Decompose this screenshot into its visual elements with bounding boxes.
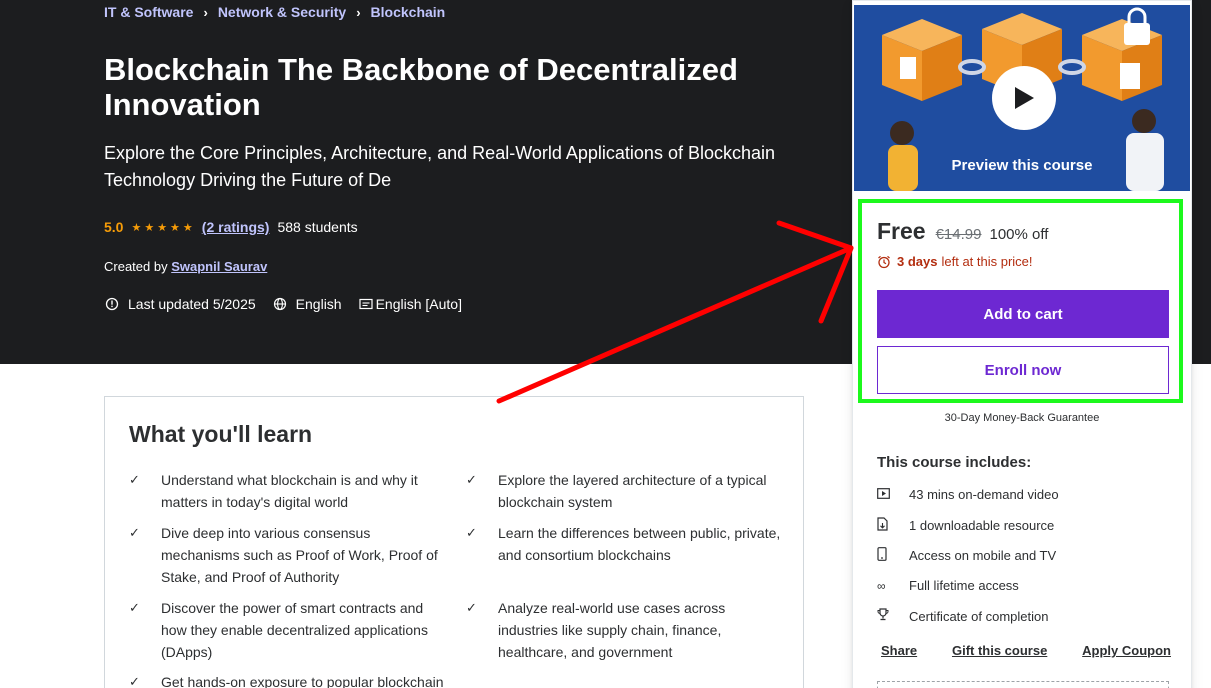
learn-item: ✓ Learn the differences between public, …: [466, 522, 786, 566]
chevron-right-icon: ›: [356, 4, 361, 20]
breadcrumb-network-security[interactable]: Network & Security: [218, 4, 346, 20]
check-icon: ✓: [129, 674, 140, 688]
includes-heading: This course includes:: [877, 454, 1032, 471]
course-meta: Last updated 5/2025 English English [Aut…: [104, 296, 478, 312]
last-updated: Last updated 5/2025: [128, 296, 256, 312]
trophy-icon: [877, 608, 909, 624]
chevron-right-icon: ›: [203, 4, 208, 20]
globe-icon: [272, 296, 288, 312]
check-icon: ✓: [129, 472, 140, 487]
what-you-will-learn: What you'll learn ✓ Understand what bloc…: [104, 396, 804, 688]
video-icon: [877, 487, 909, 502]
learn-heading: What you'll learn: [129, 421, 313, 447]
students-count: 588 students: [277, 219, 358, 235]
ratings-link[interactable]: (2 ratings): [202, 219, 270, 235]
breadcrumb: IT & Software › Network & Security › Blo…: [104, 4, 445, 20]
author-link[interactable]: Swapnil Saurav: [171, 259, 267, 274]
learn-item: ✓ Understand what blockchain is and why …: [129, 469, 429, 513]
course-preview[interactable]: Preview this course: [854, 5, 1190, 191]
money-back-guarantee: 30-Day Money-Back Guarantee: [944, 412, 1100, 424]
breadcrumb-blockchain[interactable]: Blockchain: [371, 4, 446, 20]
star-rating-icon: ★★★★★: [131, 221, 196, 234]
include-item-certificate: Certificate of completion: [877, 608, 1048, 624]
mobile-icon: [877, 547, 909, 564]
download-file-icon: [877, 517, 909, 534]
course-language: English: [295, 296, 342, 312]
include-item-mobile: Access on mobile and TV: [877, 547, 1056, 564]
preview-label: Preview this course: [951, 157, 1093, 174]
created-by-label: Created by: [104, 259, 168, 274]
alert-badge-icon: [104, 296, 120, 312]
rating-row: 5.0 ★★★★★ (2 ratings) 588 students: [104, 219, 358, 235]
course-title: Blockchain The Backbone of Decentralized…: [104, 52, 738, 122]
course-subtitle: Explore the Core Principles, Architectur…: [104, 143, 776, 190]
coupon-box: [877, 681, 1169, 688]
infinity-icon: ∞: [877, 578, 886, 593]
check-icon: ✓: [466, 525, 477, 540]
course-captions: English [Auto]: [375, 296, 462, 312]
check-icon: ✓: [466, 600, 477, 615]
include-item-lifetime: ∞ Full lifetime access: [877, 578, 1019, 593]
card-links: Share Gift this course Apply Coupon: [881, 643, 1171, 658]
breadcrumb-it-software[interactable]: IT & Software: [104, 4, 193, 20]
include-item-video: 43 mins on-demand video: [877, 487, 1059, 502]
green-highlight-box: [858, 199, 1183, 403]
learn-item: ✓ Discover the power of smart contracts …: [129, 597, 439, 663]
play-button[interactable]: [992, 66, 1056, 130]
learn-item: ✓ Get hands-on exposure to popular block…: [129, 671, 449, 688]
include-item-resource: 1 downloadable resource: [877, 517, 1054, 534]
share-link[interactable]: Share: [881, 643, 917, 658]
created-by: Created by Swapnil Saurav: [104, 259, 267, 274]
check-icon: ✓: [466, 472, 477, 487]
learn-item: ✓ Explore the layered architecture of a …: [466, 469, 786, 513]
rating-value: 5.0: [104, 219, 124, 235]
captions-icon: [358, 296, 374, 312]
check-icon: ✓: [129, 600, 140, 615]
learn-item: ✓ Analyze real-world use cases across in…: [466, 597, 756, 663]
check-icon: ✓: [129, 525, 140, 540]
play-icon: [1015, 87, 1034, 109]
apply-coupon-link[interactable]: Apply Coupon: [1082, 643, 1171, 658]
learn-item: ✓ Dive deep into various consensus mecha…: [129, 522, 439, 588]
gift-course-link[interactable]: Gift this course: [952, 643, 1047, 658]
